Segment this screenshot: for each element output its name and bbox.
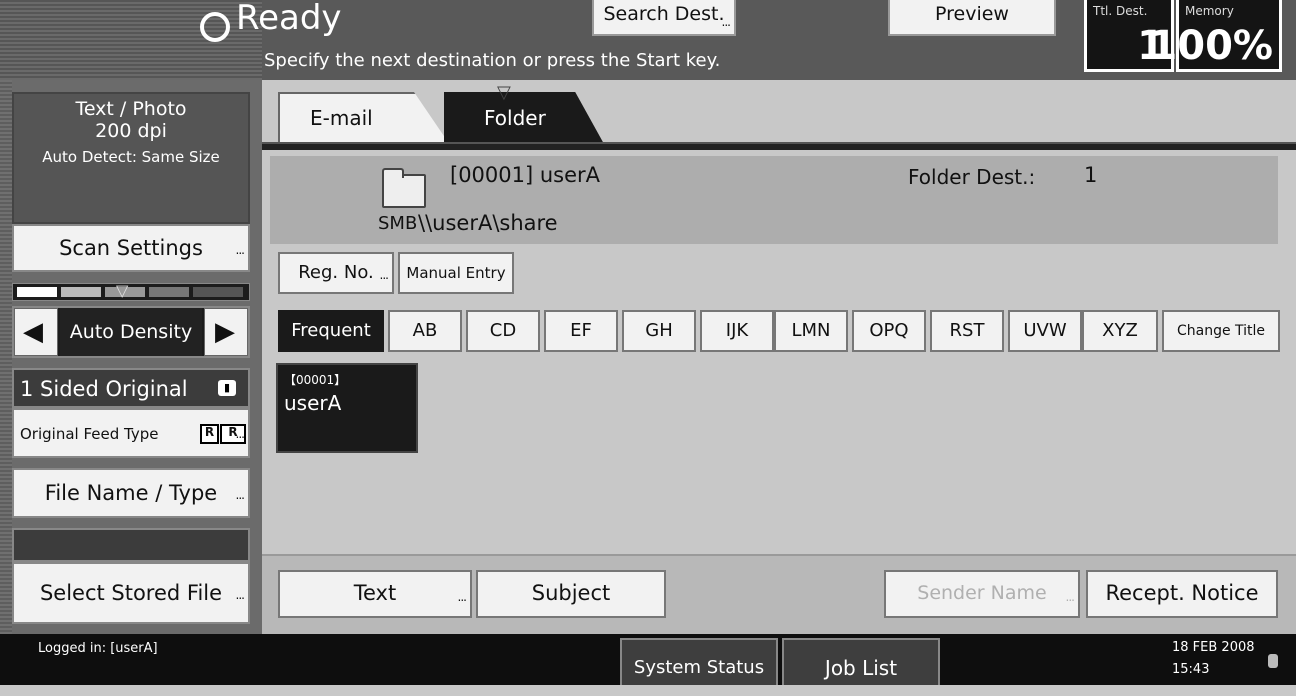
preview-button[interactable]: Preview	[888, 0, 1056, 36]
folder-dest-label: Folder Dest.:	[908, 165, 1036, 189]
text-button[interactable]: Text	[278, 570, 472, 618]
scan-size-mode: Auto Detect: Same Size	[42, 148, 220, 166]
memory-counter: Memory 100%	[1149, 0, 1282, 72]
ttl-dest-label: Ttl. Dest.	[1093, 4, 1148, 18]
left-panel-blank	[12, 528, 250, 562]
header-pattern	[0, 0, 262, 80]
tab-ef[interactable]: EF	[544, 310, 618, 352]
tab-ab[interactable]: AB	[388, 310, 462, 352]
recept-notice-button[interactable]: Recept. Notice	[1086, 570, 1278, 618]
destination-protocol: SMB	[378, 213, 418, 234]
job-list-button[interactable]: Job List	[782, 638, 940, 685]
tab-xyz[interactable]: XYZ	[1082, 310, 1158, 352]
status-message: Specify the next destination or press th…	[264, 50, 721, 71]
original-feed-type-button[interactable]: Original Feed Type R R	[12, 408, 250, 458]
ready-circle-icon	[200, 12, 230, 42]
tab-ijk[interactable]: IJK	[700, 310, 774, 352]
density-darker-button[interactable]: ▶	[204, 308, 248, 356]
density-scale	[12, 283, 250, 301]
date-display: 18 FEB 2008	[1172, 640, 1255, 655]
density-marker-icon: ▽	[116, 281, 129, 300]
tab-opq[interactable]: OPQ	[852, 310, 926, 352]
reg-no-button[interactable]: Reg. No.	[278, 252, 394, 294]
change-title-button[interactable]: Change Title	[1162, 310, 1280, 352]
ready-status: Ready	[236, 0, 342, 38]
auto-density-button[interactable]: Auto Density	[60, 308, 202, 356]
memory-value: 100%	[1149, 23, 1273, 69]
folder-dest-count: 1	[1084, 163, 1098, 187]
search-dest-button[interactable]: Search Dest.	[592, 0, 736, 36]
tab-cd[interactable]: CD	[466, 310, 540, 352]
scan-settings-button[interactable]: Scan Settings	[12, 224, 250, 272]
system-status-button[interactable]: System Status	[620, 638, 778, 685]
feed-type-label: Original Feed Type	[20, 425, 159, 443]
subject-button[interactable]: Subject	[476, 570, 666, 618]
destination-tile[interactable]: 【00001】 userA	[276, 363, 418, 453]
destination-tile-reg: 【00001】	[284, 373, 347, 387]
time-display: 15:43	[1172, 662, 1210, 677]
sided-original-icon: ▮	[218, 380, 236, 396]
tab-uvw[interactable]: UVW	[1008, 310, 1082, 352]
left-panel-pattern	[0, 80, 12, 634]
logged-in-user: Logged in: [userA]	[38, 641, 158, 656]
tab-lmn[interactable]: LMN	[774, 310, 848, 352]
destination-title: [00001] userA	[450, 163, 601, 187]
tab-frequent[interactable]: Frequent	[278, 310, 384, 352]
destination-tile-name: userA	[284, 391, 342, 415]
toner-icon	[1268, 654, 1278, 668]
sided-original-button[interactable]: 1 Sided Original	[12, 368, 250, 408]
feed-landscape-icon: R	[220, 424, 246, 444]
feed-portrait-icon: R	[200, 424, 219, 444]
select-stored-file-button[interactable]: Select Stored File	[12, 562, 250, 624]
scan-resolution: 200 dpi	[95, 120, 167, 142]
tab-gh[interactable]: GH	[622, 310, 696, 352]
scan-settings-summary: Text / Photo 200 dpi Auto Detect: Same S…	[12, 92, 250, 224]
file-name-type-button[interactable]: File Name / Type	[12, 468, 250, 518]
active-tab-marker-icon: ▽	[497, 82, 511, 103]
manual-entry-button[interactable]: Manual Entry	[398, 252, 514, 294]
density-lighter-button[interactable]: ◀	[14, 308, 58, 356]
folder-icon	[382, 168, 426, 208]
memory-label: Memory	[1185, 4, 1234, 18]
tab-rst[interactable]: RST	[930, 310, 1004, 352]
tab-divider	[262, 142, 1296, 150]
sender-name-button[interactable]: Sender Name	[884, 570, 1080, 618]
destination-path: \\userA\share	[418, 211, 558, 235]
scan-mode: Text / Photo	[75, 98, 187, 120]
